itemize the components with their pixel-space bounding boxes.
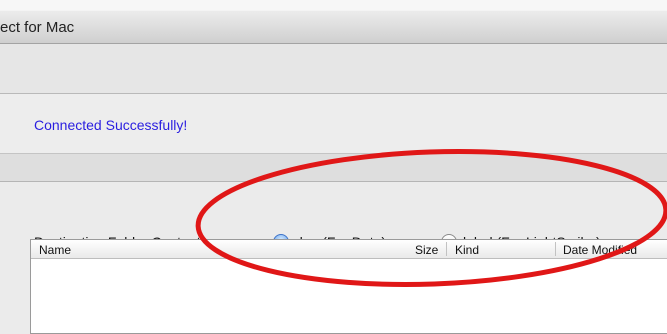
toolbar xyxy=(0,44,667,94)
column-header-kind[interactable]: Kind xyxy=(455,243,479,257)
column-separator[interactable] xyxy=(555,242,556,256)
table-header: Name Size Kind Date Modified xyxy=(31,240,667,259)
window-title: ect for Mac xyxy=(0,19,75,36)
column-header-name[interactable]: Name xyxy=(39,243,71,257)
column-header-size[interactable]: Size xyxy=(415,243,438,257)
section-divider xyxy=(0,154,667,182)
connection-status: Connected Successfully! xyxy=(34,117,188,133)
window-top-strip xyxy=(0,0,667,10)
file-list-table[interactable]: Name Size Kind Date Modified xyxy=(30,239,667,334)
status-panel: Connected Successfully! xyxy=(0,94,667,154)
title-bar[interactable]: ect for Mac xyxy=(0,10,667,44)
column-header-date-modified[interactable]: Date Modified xyxy=(563,243,637,257)
column-separator[interactable] xyxy=(446,242,447,256)
content-area: Destination Folder Content dup (For Data… xyxy=(0,182,667,334)
